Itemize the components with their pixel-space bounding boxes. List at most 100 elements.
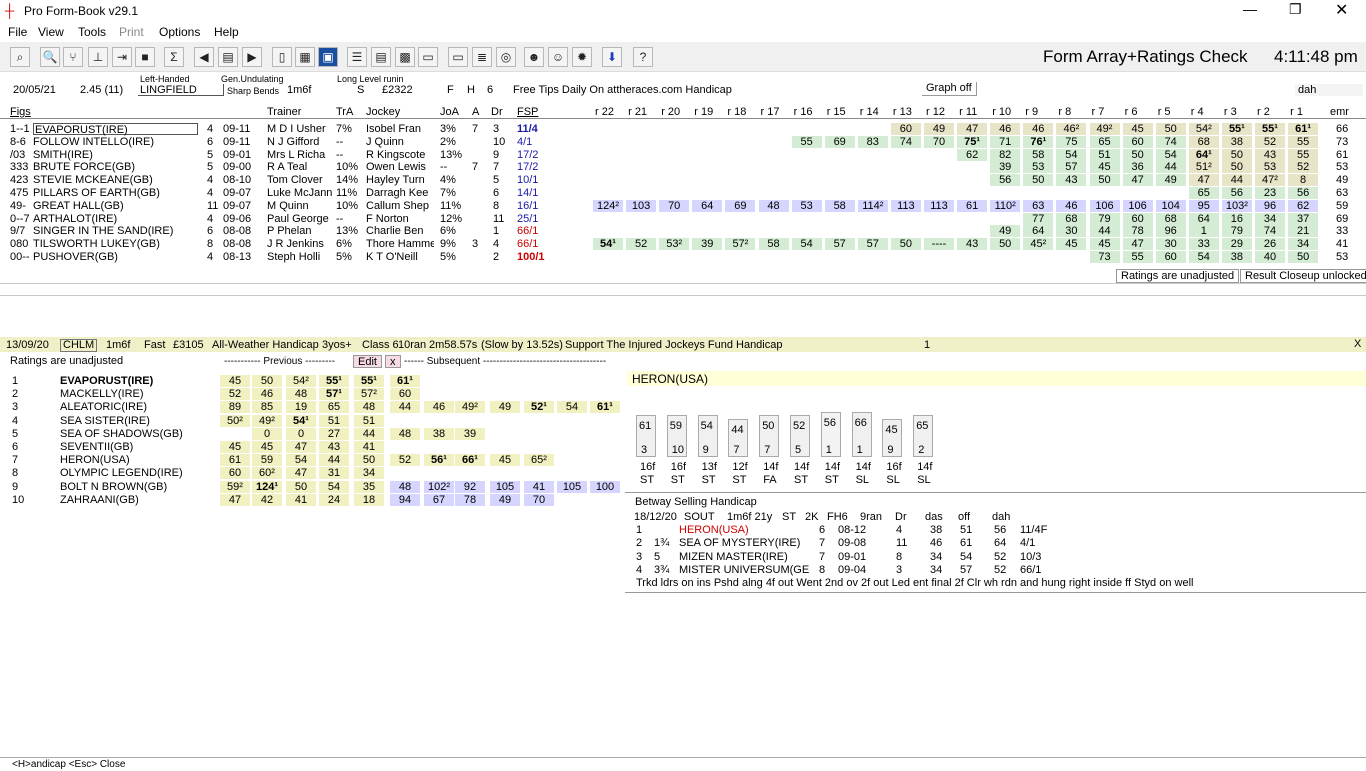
betway-cell: 11/4F	[1020, 524, 1048, 536]
runner-horse[interactable]: ARTHALOT(IRE)	[33, 213, 117, 225]
runner-rating: 53	[1023, 161, 1054, 174]
runner-rating: 34	[1255, 212, 1285, 225]
menu-print[interactable]: Print	[119, 25, 144, 39]
finisher-name[interactable]: SEA OF SHADOWS(GB)	[60, 428, 183, 440]
forward-arrow-icon[interactable]: ▶	[242, 47, 262, 67]
runner-horse[interactable]: PUSHOVER(GB)	[33, 251, 118, 263]
graph-toggle[interactable]: Graph off	[922, 82, 977, 96]
bulb-icon[interactable]: ✹	[572, 47, 592, 67]
pin-icon[interactable]: ⊥	[88, 47, 108, 67]
runner-horse[interactable]: GREAT HALL(GB)	[33, 200, 124, 212]
finisher-name[interactable]: BOLT N BROWN(GB)	[60, 481, 167, 493]
fork-icon[interactable]: ⑂	[63, 47, 83, 67]
edit-button[interactable]: Edit	[353, 355, 382, 368]
folder-icon[interactable]: ▭	[448, 47, 468, 67]
runner-jockey: K T O'Neill	[366, 251, 418, 263]
help-icon[interactable]: ?	[633, 47, 653, 67]
runner-rating: 106	[1122, 199, 1153, 212]
select-icon[interactable]: ▣	[318, 47, 338, 67]
runner-jockey: Hayley Turn	[366, 174, 425, 187]
back-arrow-icon[interactable]: ◀	[194, 47, 214, 67]
grid-icon[interactable]: ▦	[295, 47, 315, 67]
timer-icon[interactable]: ◎	[496, 47, 516, 67]
finisher-rating: 47	[220, 493, 250, 506]
runner-horse[interactable]: BRUTE FORCE(GB)	[33, 161, 135, 173]
run-rating: 44	[731, 424, 744, 436]
finisher-name[interactable]: ZAHRAANI(GB)	[60, 494, 139, 506]
runner-horse[interactable]: SMITH(IRE)	[33, 149, 93, 161]
box-icon[interactable]: ■	[135, 47, 155, 67]
runner-jockey: Owen Lewis	[366, 161, 426, 174]
menu-tools[interactable]: Tools	[78, 25, 106, 39]
runner-horse[interactable]: SINGER IN THE SAND(IRE)	[33, 225, 173, 237]
close-button[interactable]: ✕	[1335, 0, 1348, 20]
betway-cell: 51	[960, 524, 973, 536]
finisher-rating: 50	[252, 375, 282, 387]
runner-rating: 52	[1288, 161, 1319, 174]
sigma-icon[interactable]: Σ	[164, 47, 184, 67]
finisher-name[interactable]: HERON(USA)	[60, 454, 130, 466]
minimize-button[interactable]: —	[1243, 1, 1257, 17]
run-going: SL	[855, 474, 870, 486]
result-close-button[interactable]: X	[1354, 338, 1361, 350]
col-header-r13: r 13	[892, 106, 912, 118]
menu-options[interactable]: Options	[159, 25, 200, 39]
runner-rating: 46²	[1056, 123, 1087, 135]
finisher-name[interactable]: SEA SISTER(IRE)	[60, 415, 150, 427]
runner-dr: 10	[493, 135, 506, 148]
finisher-name[interactable]: EVAPORUST(IRE)	[60, 375, 153, 387]
finisher-name[interactable]: ALEATORIC(IRE)	[60, 401, 147, 413]
runner-rating: 1	[1188, 225, 1219, 238]
finisher-name[interactable]: OLYMPIC LEGEND(IRE)	[60, 467, 183, 479]
finisher-rating: 48	[390, 480, 420, 493]
maximize-button[interactable]: ❐	[1289, 1, 1302, 18]
runner-trainer: R A Teal	[267, 161, 308, 174]
finisher-rating: 24	[319, 493, 349, 506]
dah-field[interactable]: dah	[1295, 84, 1363, 96]
finisher-rating: 41	[286, 493, 316, 506]
runner-rating: 60	[1122, 212, 1153, 225]
runner-rating: 57²	[725, 238, 756, 251]
runner-rating: 54	[1188, 251, 1219, 263]
open-folder-icon[interactable]: ▤	[218, 47, 238, 67]
runner-tra: 13%	[336, 225, 359, 238]
binoculars-icon[interactable]: ⌕	[10, 47, 30, 67]
arrow-stop-icon[interactable]: ⇥	[112, 47, 132, 67]
finisher-name[interactable]: MACKELLY(IRE)	[60, 388, 144, 400]
runner-horse[interactable]: PILLARS OF EARTH(GB)	[33, 187, 160, 199]
run-position: 1	[856, 444, 863, 456]
closeup-status[interactable]: Result Closeup unlocked	[1240, 269, 1366, 283]
menu-view[interactable]: View	[38, 25, 64, 39]
finisher-rating: 54²	[286, 375, 316, 387]
runner-rating: 55	[1122, 251, 1153, 263]
runner-horse[interactable]: STEVIE MCKEANE(GB)	[33, 174, 153, 186]
table-icon[interactable]: ▤	[371, 47, 391, 67]
page-icon[interactable]: ▯	[272, 47, 292, 67]
users-icon[interactable]: ☺	[548, 47, 568, 67]
runner-horse[interactable]: FOLLOW INTELLO(IRE)	[33, 136, 154, 148]
menu-file[interactable]: File	[8, 25, 27, 39]
run-going: ST	[640, 474, 655, 486]
numbered-list-icon[interactable]: ≣	[472, 47, 492, 67]
finisher-rating: 49²	[455, 401, 485, 414]
magnify-icon[interactable]: 🔍	[40, 47, 60, 67]
user-icon[interactable]: ☻	[524, 47, 544, 67]
result-course[interactable]: CHLM	[60, 339, 98, 352]
finisher-rating: 78	[455, 493, 485, 506]
runner-rating: 71	[990, 135, 1021, 148]
list-icon[interactable]: ☰	[347, 47, 367, 67]
run-going: SL	[886, 474, 900, 486]
down-arrow-icon[interactable]: ⬇	[602, 47, 622, 67]
runner-rating: 106	[1089, 199, 1120, 212]
menu-help[interactable]: Help	[214, 25, 239, 39]
horse-name: HERON(USA)	[632, 372, 709, 386]
runner-horse[interactable]: TILSWORTH LUKEY(GB)	[33, 238, 160, 250]
runner-rating: 50	[1023, 174, 1054, 187]
card-icon[interactable]: ▭	[418, 47, 438, 67]
runner-rating: 78	[1122, 225, 1153, 238]
filter-icon[interactable]: ▩	[395, 47, 415, 67]
runner-tra: 5%	[336, 251, 352, 263]
runner-horse[interactable]: EVAPORUST(IRE)	[33, 123, 198, 136]
finisher-name[interactable]: SEVENTII(GB)	[60, 441, 133, 453]
x-button[interactable]: x	[385, 355, 401, 368]
